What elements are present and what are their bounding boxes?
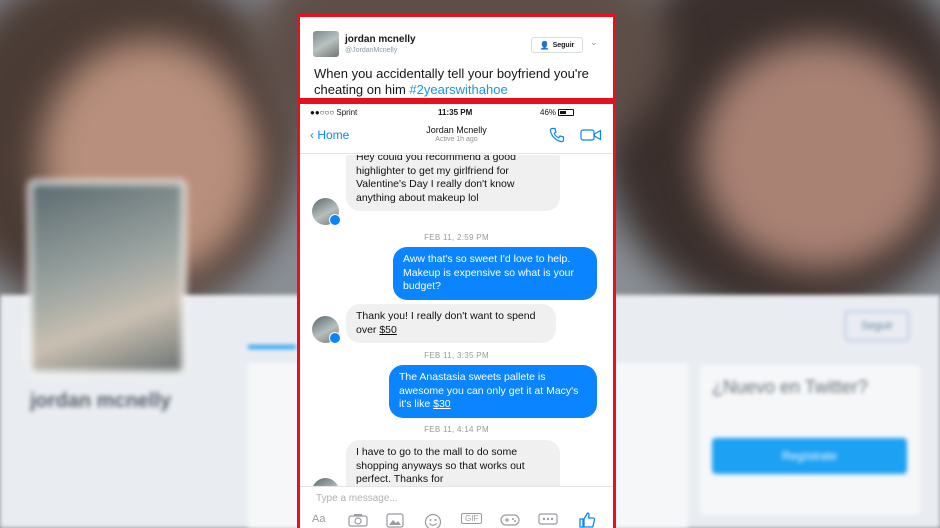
tweet-hashtag[interactable]: #2yearswithahoe [409, 82, 507, 97]
gallery-icon[interactable] [386, 513, 404, 528]
tweet-follow-button[interactable]: 👤 Seguir [531, 37, 583, 53]
profile-name: jordan mcnelly [30, 390, 172, 412]
emoji-icon[interactable] [424, 513, 442, 528]
conversation-header: ‹ Home Jordan Mcnelly Active 1h ago [300, 118, 613, 154]
status-right: 46% [540, 108, 575, 117]
signup-title: ¿Nuevo en Twitter? [712, 377, 868, 397]
signup-button[interactable]: Regístrate [712, 438, 907, 474]
video-call-icon[interactable] [580, 128, 602, 142]
tweet-avatar[interactable] [313, 31, 339, 57]
status-bar: ●●○○○ Sprint 11:35 PM 46% [300, 104, 613, 118]
profile-avatar [28, 180, 186, 375]
chevron-down-icon[interactable]: ⌄ [590, 37, 598, 48]
outgoing-message[interactable]: Aww that's so sweet I'd love to help. Ma… [393, 247, 597, 300]
timestamp: FEB 11, 2:59 PM [424, 233, 489, 242]
tweet-author-name[interactable]: jordan mcnelly [345, 34, 416, 45]
battery-percent: 46% [540, 108, 557, 117]
signup-panel: ¿Nuevo en Twitter? Regístrate [700, 365, 920, 515]
tweet-text: When you accidentally tell your boyfrien… [314, 66, 614, 98]
contact-name[interactable]: Jordan Mcnelly [300, 125, 613, 135]
more-icon[interactable] [538, 513, 558, 525]
incoming-message[interactable]: Hey could you recommend a good highlight… [346, 155, 560, 211]
gif-button[interactable]: GIF [461, 513, 483, 524]
text-format-button[interactable]: Aa [312, 513, 325, 525]
battery-icon [558, 109, 575, 117]
money-link[interactable]: $30 [433, 398, 451, 410]
incoming-message[interactable]: I have to go to the mall to do some shop… [346, 440, 560, 486]
message-composer: Type a message... Aa GIF [300, 486, 613, 528]
money-link[interactable]: $50 [379, 324, 397, 336]
profile-follow-button[interactable]: Seguir [845, 311, 909, 341]
contact-avatar[interactable] [312, 478, 339, 486]
status-time: 11:35 PM [438, 108, 473, 117]
tweet-card: jordan mcnelly @JordanMcnelly 👤 Seguir ⌄… [297, 14, 616, 101]
carrier-label: ●●○○○ Sprint [310, 108, 358, 117]
composer-toolbar: Aa GIF [300, 511, 613, 528]
message-input[interactable]: Type a message... [316, 493, 398, 504]
camera-icon[interactable] [348, 513, 368, 527]
tab-indicator [248, 345, 296, 349]
like-icon[interactable] [578, 511, 596, 528]
contact-avatar[interactable] [312, 316, 341, 344]
contact-status: Active 1h ago [435, 136, 478, 143]
outgoing-message[interactable]: The Anastasia sweets pallete is awesome … [389, 365, 597, 418]
timestamp: FEB 11, 3:35 PM [424, 351, 489, 360]
contact-avatar[interactable] [312, 198, 341, 226]
message-text: The Anastasia sweets pallete is awesome … [399, 371, 579, 410]
incoming-message[interactable]: Thank you! I really don't want to spend … [346, 304, 556, 343]
tweet-follow-label: Seguir [552, 41, 575, 49]
add-person-icon: 👤 [539, 40, 550, 50]
game-icon[interactable] [500, 513, 520, 527]
timestamp: FEB 11, 4:14 PM [424, 425, 489, 434]
messenger-screenshot: ●●○○○ Sprint 11:35 PM 46% ‹ Home Jordan … [297, 101, 616, 528]
message-thread: Hey could you recommend a good highlight… [300, 155, 613, 486]
tweet-author-handle[interactable]: @JordanMcnelly [345, 47, 397, 54]
phone-call-icon[interactable] [549, 127, 565, 143]
